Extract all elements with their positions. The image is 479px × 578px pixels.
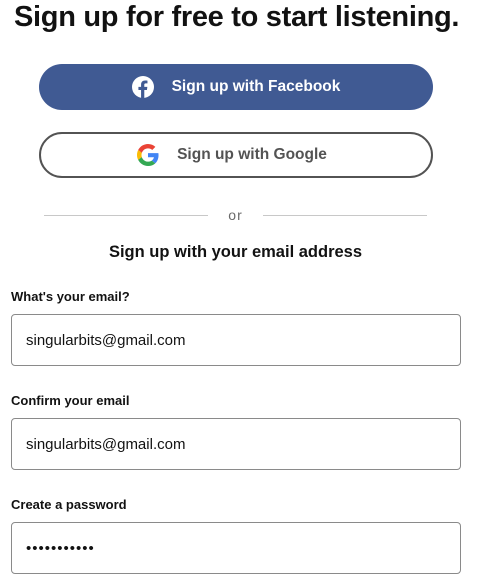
email-signup-heading: Sign up with your email address bbox=[108, 243, 363, 261]
page-title: Sign up for free to start listening. bbox=[14, 1, 460, 33]
divider-text: or bbox=[228, 207, 243, 223]
or-divider: or bbox=[44, 205, 428, 225]
password-field[interactable] bbox=[11, 522, 461, 574]
email-label: What's your email? bbox=[11, 289, 130, 304]
facebook-icon bbox=[131, 76, 154, 98]
facebook-signup-button[interactable]: Sign up with Facebook bbox=[39, 64, 433, 110]
divider-line-left bbox=[44, 214, 209, 216]
facebook-signup-label: Sign up with Facebook bbox=[171, 78, 341, 95]
confirm-email-label: Confirm your email bbox=[11, 393, 130, 408]
google-signup-button[interactable]: Sign up with Google bbox=[39, 132, 433, 178]
password-label: Create a password bbox=[11, 497, 127, 512]
google-icon bbox=[137, 144, 159, 166]
email-field[interactable] bbox=[11, 314, 461, 366]
google-signup-label: Sign up with Google bbox=[177, 146, 327, 163]
divider-line-right bbox=[262, 214, 428, 216]
confirm-email-field[interactable] bbox=[11, 418, 461, 470]
